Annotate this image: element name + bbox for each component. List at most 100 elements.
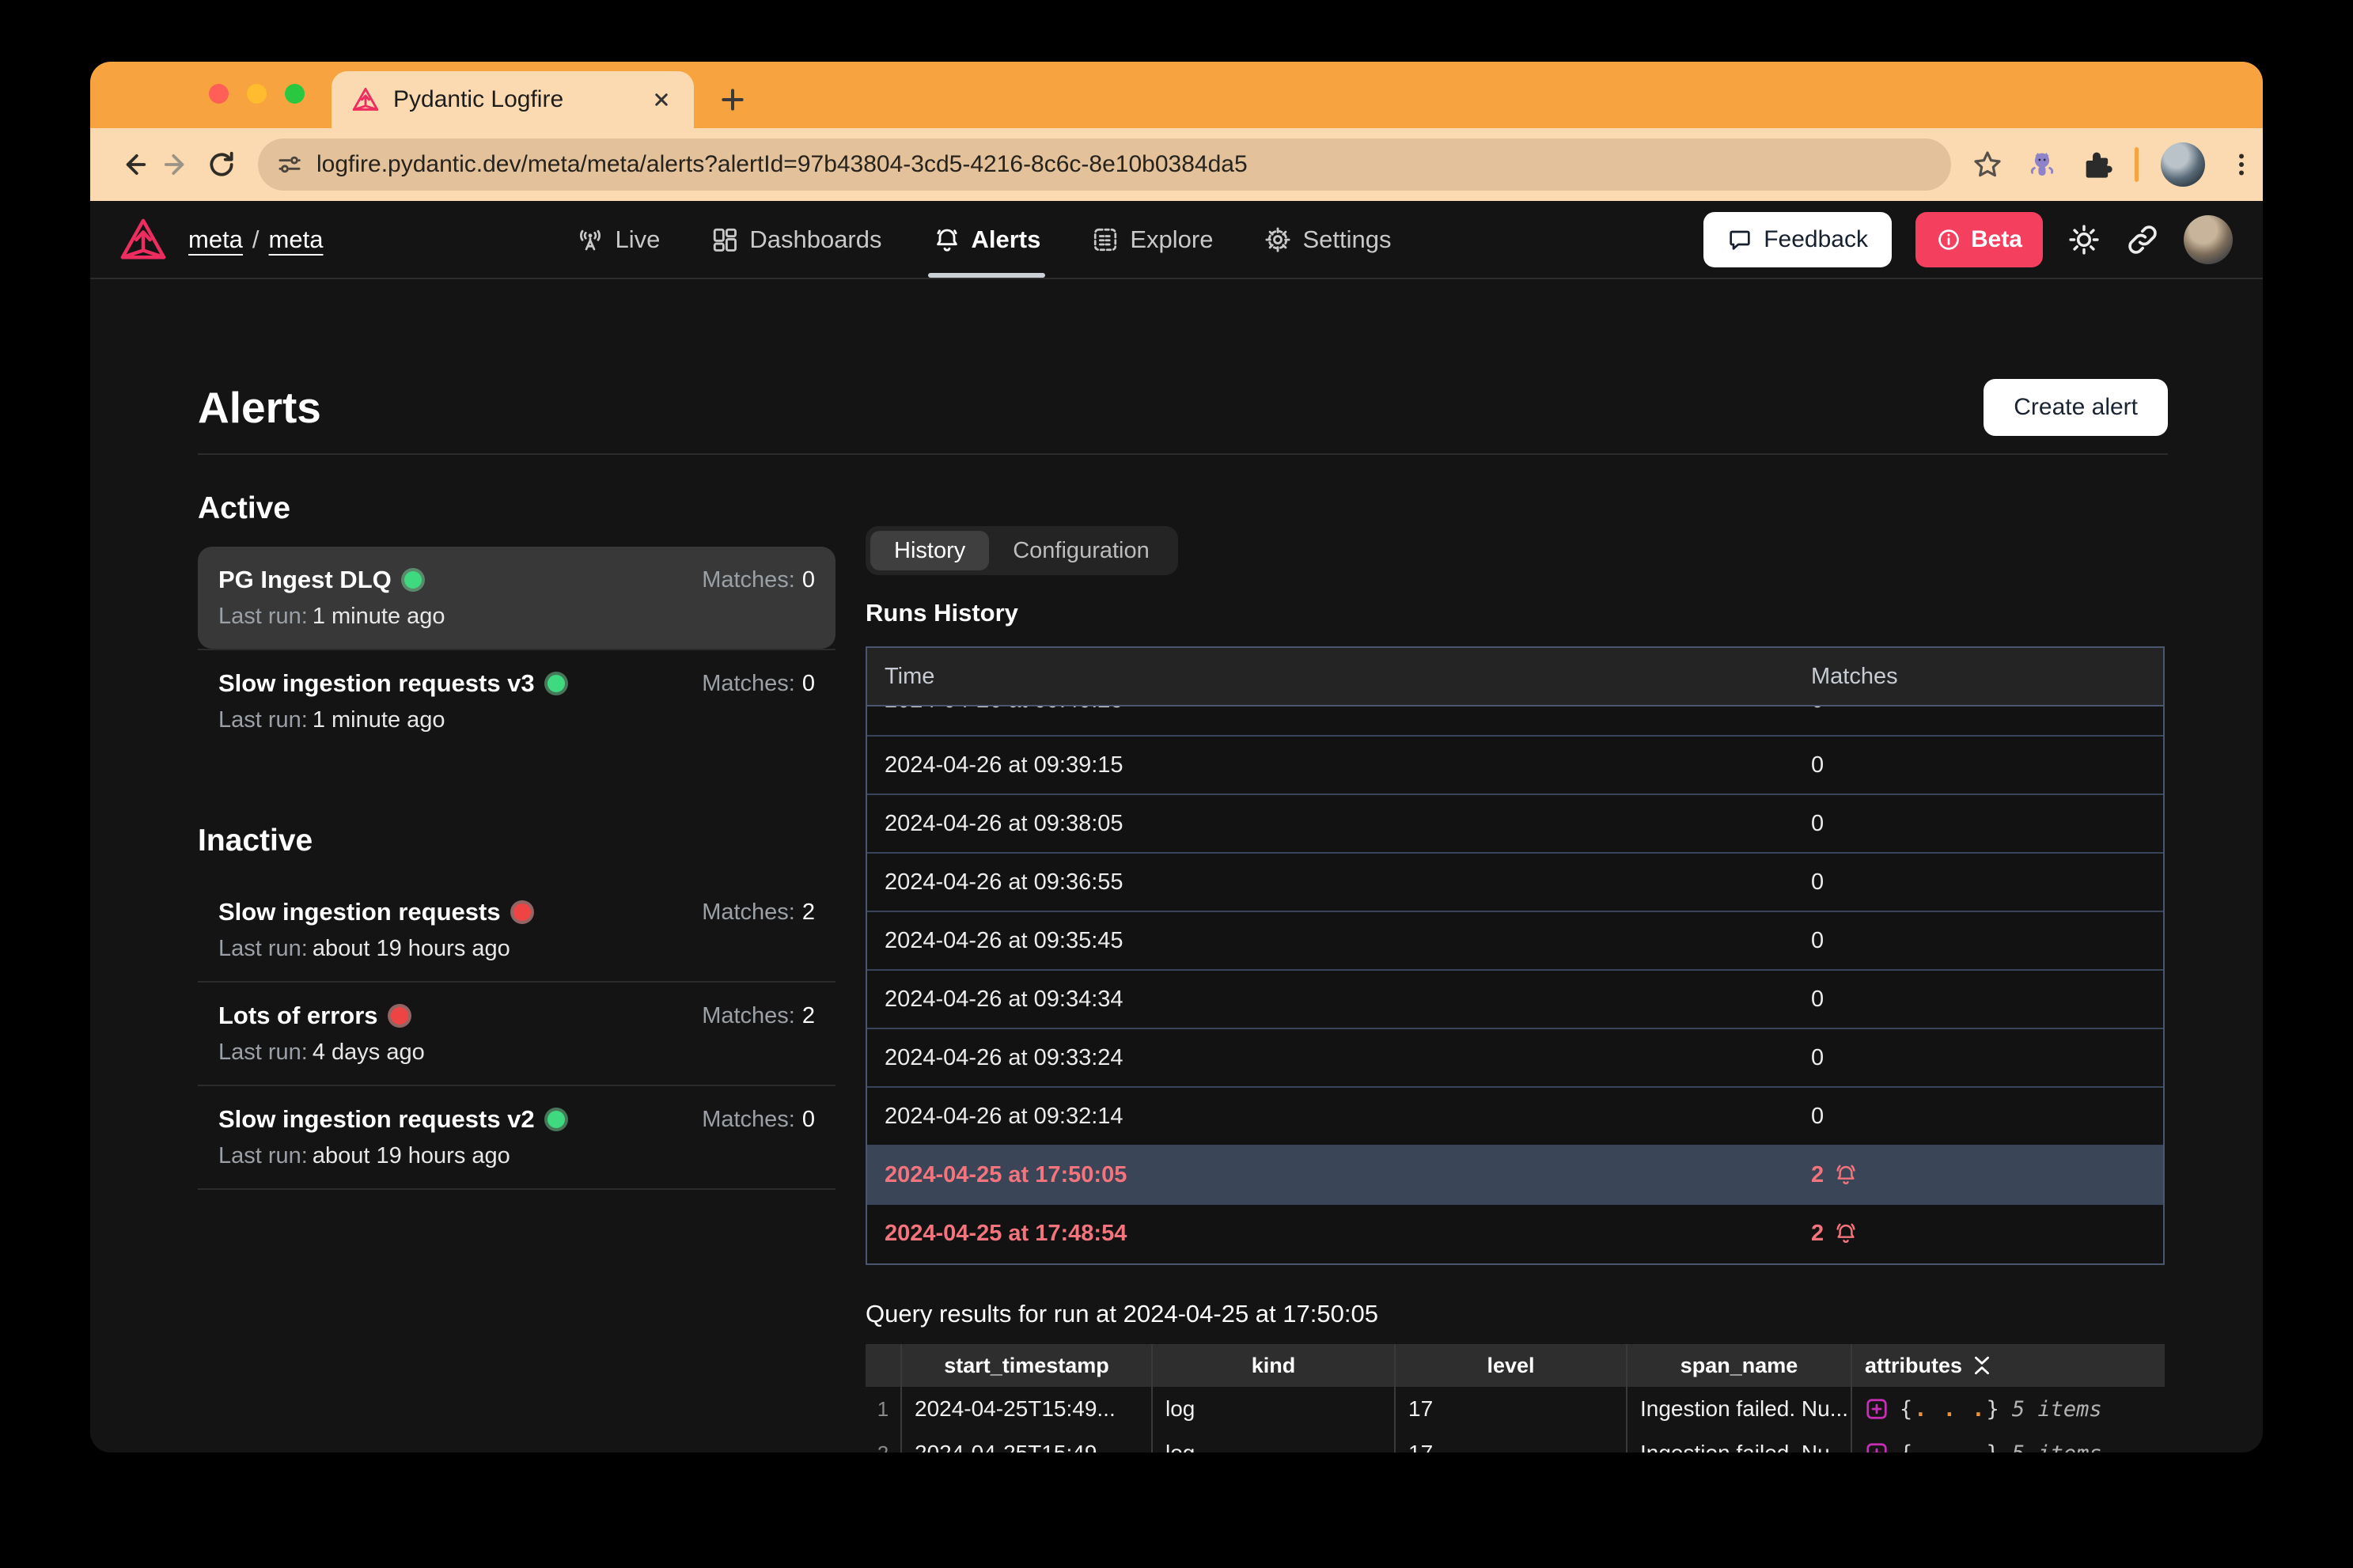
- runs-table-body: 2024-04-26 at 09:39:1502024-04-26 at 09:…: [867, 737, 2163, 1263]
- run-matches: 0: [1811, 1088, 1824, 1145]
- status-error-dot: [391, 1007, 408, 1025]
- query-cell-start-timestamp[interactable]: 2024-04-25T15:49...: [902, 1387, 1153, 1431]
- share-link-icon[interactable]: [2125, 222, 2160, 257]
- query-cell-level[interactable]: 17: [1396, 1431, 1627, 1452]
- browser-menu-icon[interactable]: [2227, 150, 2256, 179]
- run-matches-clipped: 0: [1811, 706, 1824, 714]
- explore-icon: [1091, 225, 1120, 254]
- page-title: Alerts: [198, 382, 321, 433]
- run-matches-value: 2: [1811, 1146, 1824, 1203]
- query-col-level: level: [1396, 1344, 1627, 1387]
- alert-last-run: Last run:4 days ago: [218, 1040, 815, 1066]
- runs-table-row[interactable]: 2024-04-25 at 17:48:542: [867, 1205, 2163, 1263]
- close-window-button[interactable]: [209, 84, 229, 104]
- maximize-window-button[interactable]: [285, 84, 305, 104]
- nav-item-live[interactable]: Live: [576, 201, 660, 278]
- runs-table-row[interactable]: 2024-04-26 at 09:38:050: [867, 795, 2163, 854]
- tune-icon[interactable]: [277, 152, 302, 177]
- expand-attributes-icon[interactable]: [1865, 1441, 1889, 1452]
- forward-button[interactable]: [155, 142, 199, 187]
- browser-profile-avatar[interactable]: [2161, 142, 2205, 187]
- query-col-kind: kind: [1153, 1344, 1396, 1387]
- runs-table-row[interactable]: 2024-04-26 at 09:34:340: [867, 971, 2163, 1029]
- tab-title: Pydantic Logfire: [393, 86, 650, 113]
- collapse-columns-icon[interactable]: [1972, 1355, 1992, 1376]
- active-tab-underline: [928, 273, 1046, 278]
- extensions-puzzle-icon[interactable]: [2081, 149, 2112, 180]
- query-cell-attributes[interactable]: {. . .} 5 items: [1852, 1431, 2165, 1452]
- breadcrumb-project-link[interactable]: meta: [269, 225, 324, 254]
- query-col-label: level: [1396, 1344, 1626, 1387]
- alert-list-item[interactable]: Slow ingestion requests v3Matches:0Last …: [198, 650, 835, 752]
- extension-cat-icon[interactable]: [2025, 148, 2059, 181]
- runs-table-row[interactable]: 2024-04-25 at 17:50:052: [867, 1146, 2163, 1205]
- alert-list-item[interactable]: PG Ingest DLQMatches:0Last run:1 minute …: [198, 547, 835, 649]
- alert-matches-value: 2: [802, 900, 815, 925]
- run-matches: 0: [1811, 737, 1824, 793]
- runs-table-row[interactable]: 2024-04-26 at 09:33:240: [867, 1029, 2163, 1088]
- alert-item-top: Slow ingestion requestsMatches:2: [218, 898, 815, 926]
- tab-close-icon[interactable]: [650, 88, 673, 112]
- status-ok-dot: [548, 675, 565, 692]
- query-cell-level[interactable]: 17: [1396, 1387, 1627, 1431]
- minimize-window-button[interactable]: [247, 84, 267, 104]
- beta-button[interactable]: Beta: [1915, 212, 2043, 267]
- new-tab-button[interactable]: [717, 84, 748, 116]
- alert-list-item[interactable]: Slow ingestion requests v2Matches:0Last …: [198, 1086, 835, 1188]
- active-alert-list: PG Ingest DLQMatches:0Last run:1 minute …: [198, 547, 835, 752]
- alert-name: Slow ingestion requests: [218, 898, 501, 926]
- query-cell-span-name[interactable]: Ingestion failed. Nu...: [1627, 1387, 1852, 1431]
- theme-sun-icon[interactable]: [2067, 222, 2101, 257]
- nav-item-dashboards[interactable]: Dashboards: [710, 201, 881, 278]
- query-col-start_timestamp: start_timestamp: [902, 1344, 1153, 1387]
- alert-bell-icon: [1833, 1221, 1859, 1246]
- run-matches: 0: [1811, 1029, 1824, 1086]
- run-time: 2024-04-25 at 17:48:54: [885, 1205, 1127, 1262]
- back-button[interactable]: [111, 142, 155, 187]
- bookmark-star-icon[interactable]: [1972, 149, 2003, 180]
- runs-table-row[interactable]: 2024-04-26 at 09:36:550: [867, 854, 2163, 912]
- speech-bubble-icon: [1727, 227, 1752, 252]
- alert-list-item[interactable]: Lots of errorsMatches:2Last run:4 days a…: [198, 983, 835, 1085]
- runs-table-row[interactable]: 2024-04-26 at 09:39:15 0: [867, 737, 2163, 795]
- attributes-preview: {. . .}: [1900, 1441, 2001, 1453]
- run-time: 2024-04-26 at 09:39:15: [885, 737, 1123, 793]
- url-bar[interactable]: logfire.pydantic.dev/meta/meta/alerts?al…: [258, 138, 1951, 191]
- runs-table-row[interactable]: 2024-04-26 at 09:32:14 0: [867, 1088, 2163, 1146]
- window-controls: [209, 84, 305, 104]
- runs-row-clipped[interactable]: 2024-04-26 at 09:40:25 0: [867, 706, 2163, 737]
- alert-last-run-value: about 19 hours ago: [313, 936, 510, 961]
- nav-item-settings[interactable]: Settings: [1264, 201, 1391, 278]
- alert-list-item[interactable]: Slow ingestion requestsMatches:2Last run…: [198, 879, 835, 981]
- browser-tab[interactable]: Pydantic Logfire: [332, 71, 694, 128]
- create-alert-button[interactable]: Create alert: [1984, 379, 2168, 436]
- runs-table-row[interactable]: 2024-04-26 at 09:35:450: [867, 912, 2163, 971]
- query-cell-span-name[interactable]: Ingestion failed. Nu...: [1627, 1431, 1852, 1452]
- nav-item-explore[interactable]: Explore: [1091, 201, 1213, 278]
- run-matches-value: 0: [1811, 1088, 1824, 1145]
- feedback-button[interactable]: Feedback: [1703, 212, 1892, 267]
- alert-name: PG Ingest DLQ: [218, 566, 392, 594]
- live-icon: [576, 225, 604, 254]
- tab-history[interactable]: History: [870, 531, 989, 570]
- query-col-label: kind: [1153, 1344, 1394, 1387]
- section-active-heading: Active: [198, 490, 835, 528]
- query-cell-attributes[interactable]: {. . .}5 items: [1852, 1387, 2165, 1431]
- reload-button[interactable]: [199, 142, 244, 187]
- tab-configuration[interactable]: Configuration: [989, 531, 1173, 570]
- query-cell-start-timestamp[interactable]: 2024-04-25T15:49...: [902, 1431, 1153, 1452]
- run-time: 2024-04-26 at 09:32:14: [885, 1088, 1123, 1145]
- beta-label: Beta: [1971, 226, 2022, 253]
- alert-name: Slow ingestion requests v3: [218, 669, 535, 698]
- breadcrumb-org-link[interactable]: meta: [188, 225, 243, 254]
- query-cell-kind[interactable]: log: [1153, 1431, 1396, 1452]
- run-matches: 0: [1811, 795, 1824, 852]
- nav-item-alerts[interactable]: Alerts: [933, 201, 1041, 278]
- expand-attributes-icon[interactable]: [1865, 1397, 1889, 1421]
- attributes-count: 5 items: [2012, 1441, 2102, 1453]
- logfire-logo-icon[interactable]: [120, 217, 166, 263]
- nav-item-label: Settings: [1302, 225, 1391, 254]
- run-time: 2024-04-26 at 09:36:55: [885, 854, 1123, 911]
- query-cell-kind[interactable]: log: [1153, 1387, 1396, 1431]
- user-avatar[interactable]: [2184, 215, 2233, 264]
